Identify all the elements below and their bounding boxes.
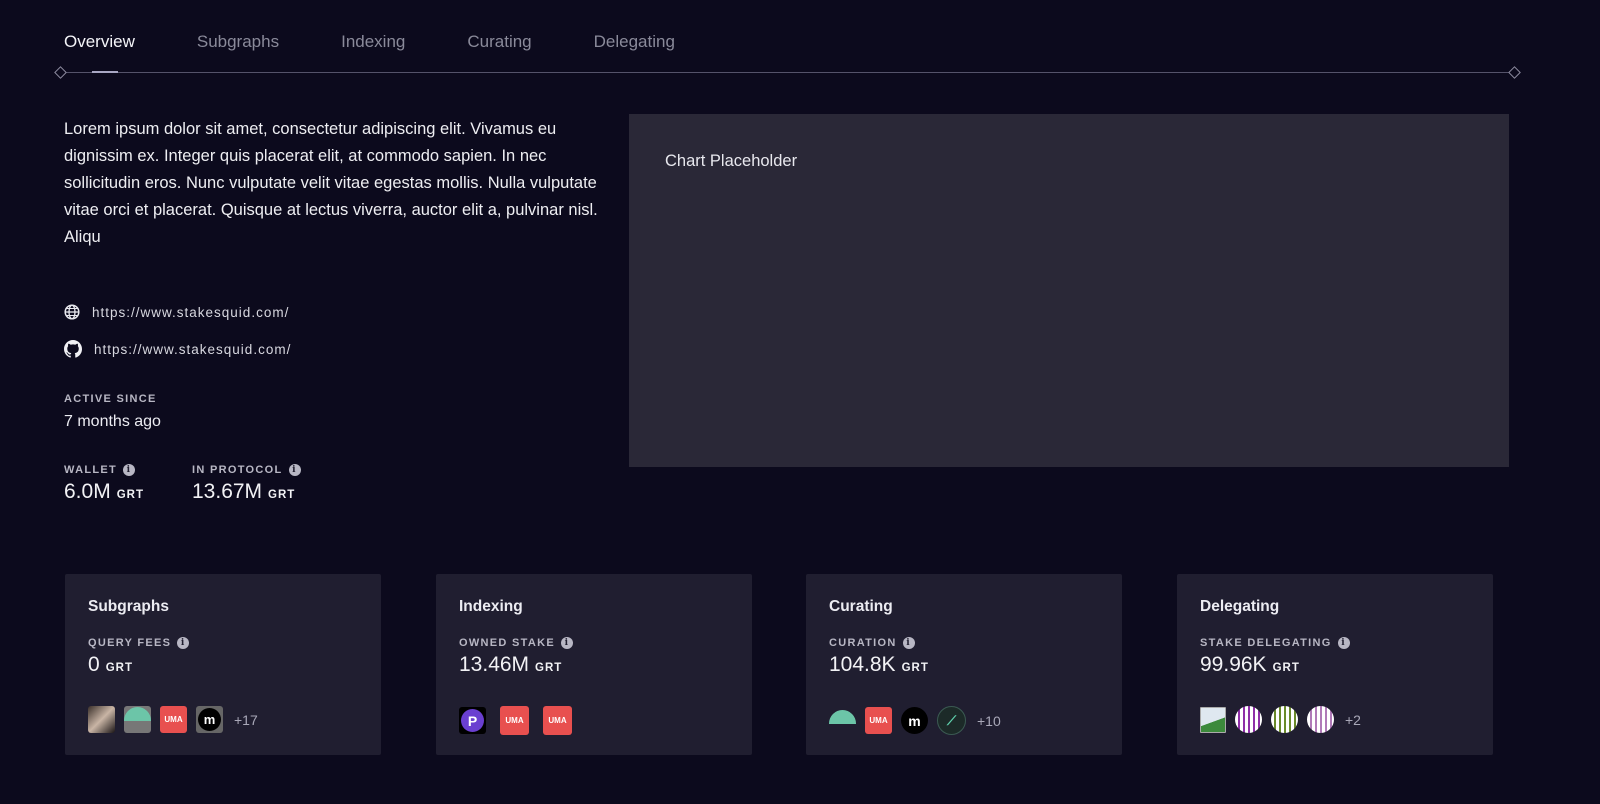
- profile-description: Lorem ipsum dolor sit amet, consectetur …: [64, 120, 598, 246]
- wallet-unit: GRT: [116, 489, 144, 501]
- info-icon[interactable]: i: [288, 464, 301, 476]
- avatar-mstable-icon[interactable]: m: [901, 707, 928, 734]
- chart-panel: Chart Placeholder: [629, 114, 1509, 467]
- avatar-pixel-green-icon[interactable]: [1271, 706, 1298, 733]
- indexing-card[interactable]: Indexing OWNED STAKE i 13.46M GRT P UMA UM…: [436, 574, 752, 755]
- in-protocol-unit: GRT: [268, 489, 296, 501]
- query-fees-label: QUERY FEES: [88, 637, 172, 649]
- active-tab-indicator: [92, 71, 118, 73]
- tab-subgraphs[interactable]: Subgraphs: [197, 32, 279, 52]
- stake-delegating-value: 99.96K: [1200, 653, 1267, 676]
- avatar-pixel-lilac-icon[interactable]: [1307, 706, 1334, 733]
- avatar-p-icon[interactable]: P: [459, 707, 486, 734]
- avatar-uma-icon[interactable]: UMA: [865, 707, 892, 734]
- tab-curating[interactable]: Curating: [467, 32, 531, 52]
- card-title: Subgraphs: [88, 598, 169, 615]
- tab-divider: [60, 72, 1515, 73]
- unit-label: GRT: [1272, 662, 1300, 674]
- info-icon[interactable]: i: [560, 637, 573, 649]
- card-title: Delegating: [1200, 598, 1280, 615]
- owned-stake-value: 13.46M: [459, 653, 530, 676]
- owned-stake-label: OWNED STAKE: [459, 637, 555, 649]
- website-link[interactable]: https://www.stakesquid.com/: [64, 304, 289, 320]
- github-url[interactable]: https://www.stakesquid.com/: [94, 342, 291, 357]
- card-title: Curating: [829, 598, 893, 615]
- in-protocol-stat: IN PROTOCOL i 13.67M GRT: [192, 464, 301, 504]
- more-count[interactable]: +2: [1345, 712, 1361, 728]
- info-icon[interactable]: i: [177, 637, 190, 649]
- delegating-card[interactable]: Delegating STAKE DELEGATING i 99.96K GRT +…: [1177, 574, 1493, 755]
- active-since: ACTIVE SINCE 7 months ago: [64, 393, 161, 431]
- website-url[interactable]: https://www.stakesquid.com/: [92, 305, 289, 320]
- tab-overview[interactable]: Overview: [64, 32, 135, 52]
- wallet-value: 6.0M: [64, 480, 111, 503]
- avatar-uma-icon[interactable]: UMA: [543, 706, 572, 735]
- avatar-opyn-icon[interactable]: [829, 707, 856, 734]
- card-title: Indexing: [459, 598, 523, 615]
- subgraphs-card[interactable]: Subgraphs QUERY FEES i 0 GRT UMA m +17: [65, 574, 381, 755]
- avatar-pixel-purple-icon[interactable]: [1235, 706, 1262, 733]
- active-since-value: 7 months ago: [64, 413, 161, 430]
- more-count[interactable]: +17: [234, 712, 258, 728]
- avatar-uma-icon[interactable]: UMA: [160, 706, 187, 733]
- github-icon: [64, 340, 82, 358]
- curation-label: CURATION: [829, 637, 897, 649]
- tab-indexing[interactable]: Indexing: [341, 32, 405, 52]
- github-link[interactable]: https://www.stakesquid.com/: [64, 340, 291, 358]
- chart-placeholder-text: Chart Placeholder: [665, 152, 798, 170]
- active-since-label: ACTIVE SINCE: [64, 393, 157, 405]
- globe-icon: [64, 304, 80, 320]
- info-icon[interactable]: i: [902, 637, 915, 649]
- in-protocol-value: 13.67M: [192, 480, 263, 503]
- divider-left-diamond-icon: [54, 66, 67, 79]
- tab-delegating[interactable]: Delegating: [594, 32, 675, 52]
- curation-value: 104.8K: [829, 653, 896, 676]
- avatar-mstable-icon[interactable]: m: [196, 706, 223, 733]
- curating-card[interactable]: Curating CURATION i 104.8K GRT UMA m ⟋ +10: [806, 574, 1122, 755]
- divider-right-diamond-icon: [1508, 66, 1521, 79]
- unit-label: GRT: [105, 662, 133, 674]
- stake-delegating-label: STAKE DELEGATING: [1200, 637, 1332, 649]
- wallet-stat: WALLET i 6.0M GRT: [64, 464, 144, 504]
- info-icon[interactable]: i: [123, 464, 136, 476]
- unit-label: GRT: [535, 662, 563, 674]
- avatar-opyn-icon[interactable]: [124, 706, 151, 733]
- avatar-green-logo-icon[interactable]: ⟋: [937, 706, 966, 735]
- tab-bar: Overview Subgraphs Indexing Curating Del…: [64, 32, 737, 52]
- wallet-label: WALLET: [64, 464, 118, 476]
- avatar-uma-icon[interactable]: UMA: [500, 706, 529, 735]
- info-icon[interactable]: i: [1337, 637, 1350, 649]
- avatar-photo[interactable]: [88, 706, 115, 733]
- broken-image-icon[interactable]: [1200, 706, 1226, 733]
- in-protocol-label: IN PROTOCOL: [192, 464, 283, 476]
- query-fees-value: 0: [88, 653, 100, 676]
- unit-label: GRT: [901, 662, 929, 674]
- more-count[interactable]: +10: [977, 713, 1001, 729]
